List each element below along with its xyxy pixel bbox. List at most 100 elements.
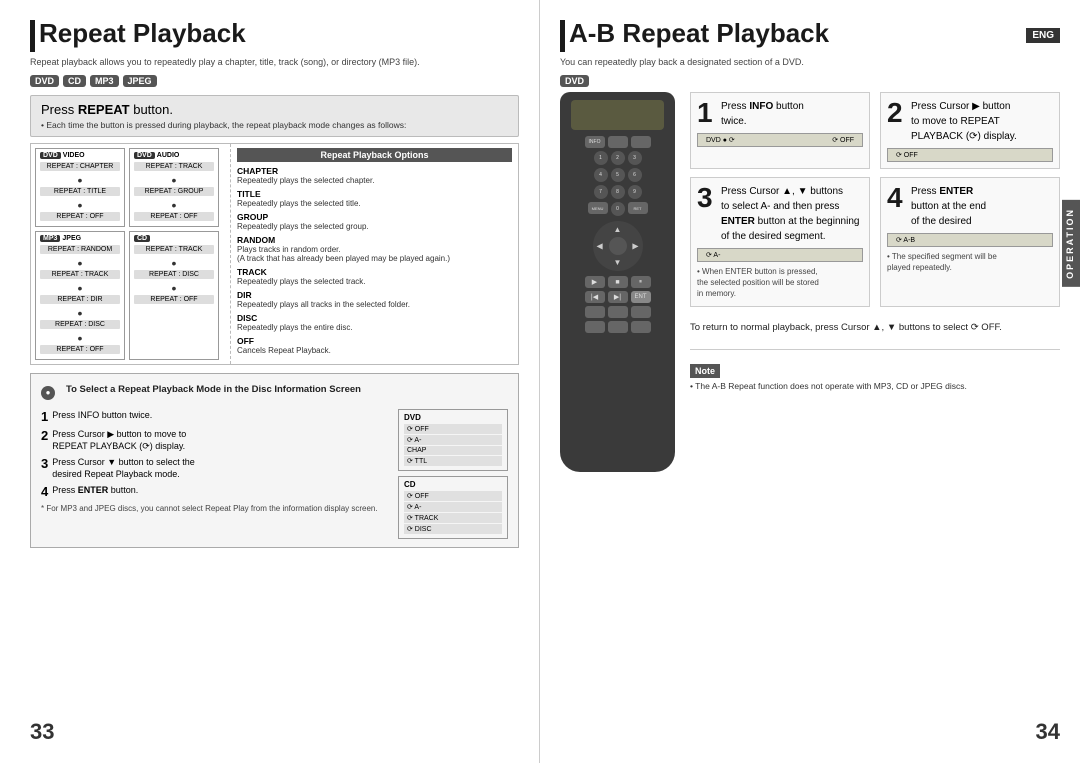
left-title: Repeat Playback <box>39 18 246 49</box>
mp3-opt4: REPEAT : DISC <box>40 320 120 329</box>
opt-group: GROUP Repeatedly plays the selected grou… <box>237 212 512 231</box>
cd-title: CD <box>134 235 214 242</box>
dvd-badge-right: DVD <box>560 75 1060 87</box>
format-badges-left: DVD CD MP3 JPEG <box>30 75 519 87</box>
right-subtitle: You can repeatedly play back a designate… <box>560 57 1060 67</box>
remote-dpad: ▲ ▼ ◀ ▶ <box>593 221 643 271</box>
step-3: 3 Press Cursor ▼ button to select thedes… <box>41 456 388 481</box>
step-right-1: 1 Press INFO buttontwice. DVD ● ⟳⟳ OFF <box>690 92 870 169</box>
mp3-opt2: REPEAT : TRACK <box>40 270 120 279</box>
remote-extra-4 <box>585 321 605 333</box>
remote-extra-3 <box>631 306 651 318</box>
remote-btn-2 <box>608 136 628 148</box>
mp3-opt1: REPEAT : RANDOM <box>40 245 120 254</box>
page-right: A-B Repeat Playback ENG You can repeated… <box>540 0 1080 763</box>
badge-jpeg: JPEG <box>123 75 157 87</box>
press-repeat-box: Press REPEAT button. • Each time the but… <box>30 95 519 137</box>
dvd-a-opt2: REPEAT : GROUP <box>134 187 214 196</box>
right-steps-area: 1 Press INFO buttontwice. DVD ● ⟳⟳ OFF 2… <box>690 92 1060 472</box>
remote-num-3: 3 <box>628 151 642 165</box>
remote-enter: ENT <box>631 291 651 303</box>
badge-cd: CD <box>63 75 86 87</box>
dvd-audio-title: DVD AUDIO <box>134 152 214 159</box>
eng-badge: ENG <box>1026 28 1060 43</box>
opt-dir: DIR Repeatedly plays all tracks in the s… <box>237 290 512 309</box>
step4-display: ⟳ A-B <box>887 233 1053 247</box>
press-repeat-note: • Each time the button is pressed during… <box>41 120 508 130</box>
opt-title: TITLE Repeatedly plays the selected titl… <box>237 189 512 208</box>
cd-box: CD REPEAT : TRACK • REPEAT : DISC • REPE… <box>129 231 219 360</box>
remote-num-1: 1 <box>594 151 608 165</box>
cd-panel: CD ⟳ OFF ⟳ A- ⟳ TRACK ⟳ DISC <box>398 476 508 539</box>
remote-num-4: 4 <box>594 168 608 182</box>
step2-display: ⟳ OFF <box>887 148 1053 162</box>
remote-extra-5 <box>608 321 628 333</box>
remote-pause: ⏸ <box>631 276 651 288</box>
page-left: Repeat Playback Repeat playback allows y… <box>0 0 540 763</box>
cd-opt1: REPEAT : TRACK <box>134 245 214 254</box>
step-1: 1 Press INFO button twice. <box>41 409 388 425</box>
note-label: Note <box>690 364 720 378</box>
cd-opt2: REPEAT : DISC <box>134 270 214 279</box>
info-box-content: 1 Press INFO button twice. 2 Press Curso… <box>41 409 508 539</box>
remote-stop: ■ <box>608 276 628 288</box>
remote-extra-2 <box>608 306 628 318</box>
remote-btn-1: INFO <box>585 136 605 148</box>
remote-num-0: 0 <box>611 202 625 216</box>
remote-extra-1 <box>585 306 605 318</box>
dvd-audio-box: DVD AUDIO REPEAT : TRACK • REPEAT : GROU… <box>129 148 219 227</box>
opt-random: RANDOM Plays tracks in random order.(A t… <box>237 235 512 263</box>
title-bar-left <box>30 20 35 52</box>
remote-top-btns: INFO <box>566 136 669 148</box>
repeat-options-area: DVD VIDEO REPEAT : CHAPTER • REPEAT : TI… <box>30 143 519 365</box>
badge-mp3: MP3 <box>90 75 119 87</box>
remote-num-9: 9 <box>628 185 642 199</box>
page-number-right: 34 <box>1036 719 1060 745</box>
opt-off: OFF Cancels Repeat Playback. <box>237 336 512 355</box>
right-header: A-B Repeat Playback ENG <box>560 18 1060 53</box>
press-repeat-label: Press REPEAT button. <box>41 102 508 117</box>
mp3-opt5: REPEAT : OFF <box>40 345 120 354</box>
options-list: Repeat Playback Options CHAPTER Repeated… <box>231 144 518 364</box>
info-box-title: To Select a Repeat Playback Mode in the … <box>60 382 367 397</box>
step-4: 4 Press ENTER button. <box>41 484 388 500</box>
note-content: • The A-B Repeat function does not opera… <box>690 381 1060 391</box>
return-note: To return to normal playback, press Curs… <box>690 321 1060 335</box>
remote-play: ▶ <box>585 276 605 288</box>
remote-num-7: 7 <box>594 185 608 199</box>
note-section: Note • The A-B Repeat function does not … <box>690 364 1060 391</box>
dvd-video-title: DVD VIDEO <box>40 152 120 159</box>
remote-next: ▶| <box>608 291 628 303</box>
info-box: ● To Select a Repeat Playback Mode in th… <box>30 373 519 548</box>
remote-num-5: 5 <box>611 168 625 182</box>
operation-sidebar: OPERATION <box>1062 200 1080 287</box>
opt-disc: DISC Repeatedly plays the entire disc. <box>237 313 512 332</box>
remote-num-8: 8 <box>611 185 625 199</box>
step-right-3: 3 Press Cursor ▲, ▼ buttonsto select A- … <box>690 177 870 307</box>
steps-3-4: 3 Press Cursor ▲, ▼ buttonsto select A- … <box>690 177 1060 307</box>
step-2: 2 Press Cursor ▶ button to move toREPEAT… <box>41 428 388 453</box>
mp3-cd-row: MP3 JPEG REPEAT : RANDOM • REPEAT : TRAC… <box>35 231 226 360</box>
dvd-v-opt3: REPEAT : OFF <box>40 212 120 221</box>
remote-return-btn: RET <box>628 202 648 214</box>
footnote: * For MP3 and JPEG discs, you cannot sel… <box>41 504 388 513</box>
step4-note: • The specified segment will beplayed re… <box>887 251 1053 273</box>
page-number-left: 33 <box>30 719 54 745</box>
step1-display: DVD ● ⟳⟳ OFF <box>697 133 863 147</box>
dvd-v-opt2: REPEAT : TITLE <box>40 187 120 196</box>
title-bar-right <box>560 20 565 52</box>
dvd-video-box: DVD VIDEO REPEAT : CHAPTER • REPEAT : TI… <box>35 148 125 227</box>
badge-dvd: DVD <box>30 75 59 87</box>
options-title: Repeat Playback Options <box>237 148 512 162</box>
mp3-jpeg-box: MP3 JPEG REPEAT : RANDOM • REPEAT : TRAC… <box>35 231 125 360</box>
remote-num-6: 6 <box>628 168 642 182</box>
right-main: INFO 1 2 3 4 5 6 7 8 9 <box>560 92 1060 472</box>
dvd-row: DVD VIDEO REPEAT : CHAPTER • REPEAT : TI… <box>35 148 226 227</box>
remote-prev: |◀ <box>585 291 605 303</box>
remote-num-2: 2 <box>611 151 625 165</box>
remote-area: INFO 1 2 3 4 5 6 7 8 9 <box>560 92 680 472</box>
steps-col: 1 Press INFO button twice. 2 Press Curso… <box>41 409 388 539</box>
cd-opt3: REPEAT : OFF <box>134 295 214 304</box>
mp3-opt3: REPEAT : DIR <box>40 295 120 304</box>
dvd-panel: DVD ⟳ OFF ⟳ A- CHAP ⟳ TTL <box>398 409 508 471</box>
